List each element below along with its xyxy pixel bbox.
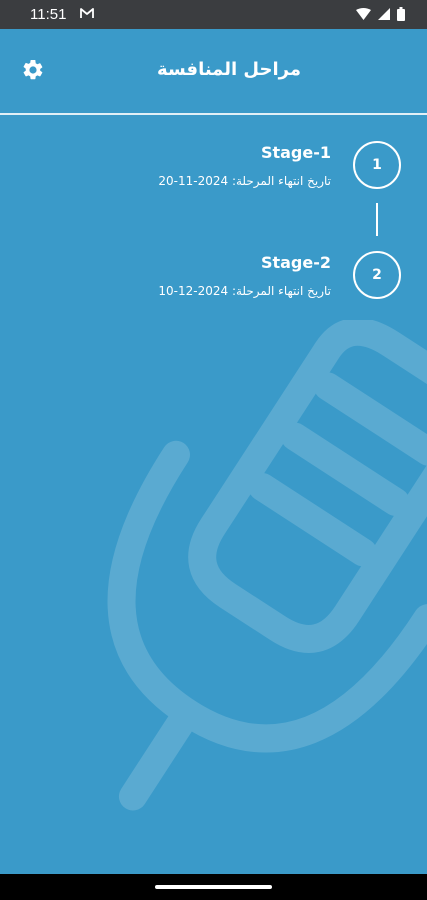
header-divider — [0, 113, 427, 115]
signal-icon — [378, 8, 390, 20]
status-bar: 11:51 — [0, 0, 427, 29]
stage-2-number-badge: 2 — [353, 251, 401, 299]
status-time: 11:51 — [30, 6, 67, 23]
navigation-bar — [0, 874, 427, 900]
stage-2-end-date: تاريخ انتهاء المرحلة: 2024-12-10 — [158, 284, 331, 298]
stage-1-title[interactable]: Stage-1 — [261, 143, 331, 162]
page-title: مراحل المنافسة — [157, 59, 301, 80]
battery-icon — [397, 7, 405, 21]
wifi-icon — [356, 8, 371, 20]
status-icons — [356, 7, 405, 21]
stage-1-number-badge: 1 — [353, 141, 401, 189]
gmail-icon — [80, 8, 94, 18]
timeline-connector — [376, 203, 378, 236]
microphone-watermark — [107, 320, 427, 811]
home-gesture-handle[interactable] — [155, 885, 272, 889]
gear-icon — [23, 59, 43, 80]
stage-1-end-date: تاريخ انتهاء المرحلة: 2024-11-20 — [158, 174, 331, 188]
stage-2-title[interactable]: Stage-2 — [261, 253, 331, 272]
settings-button[interactable] — [21, 58, 45, 82]
